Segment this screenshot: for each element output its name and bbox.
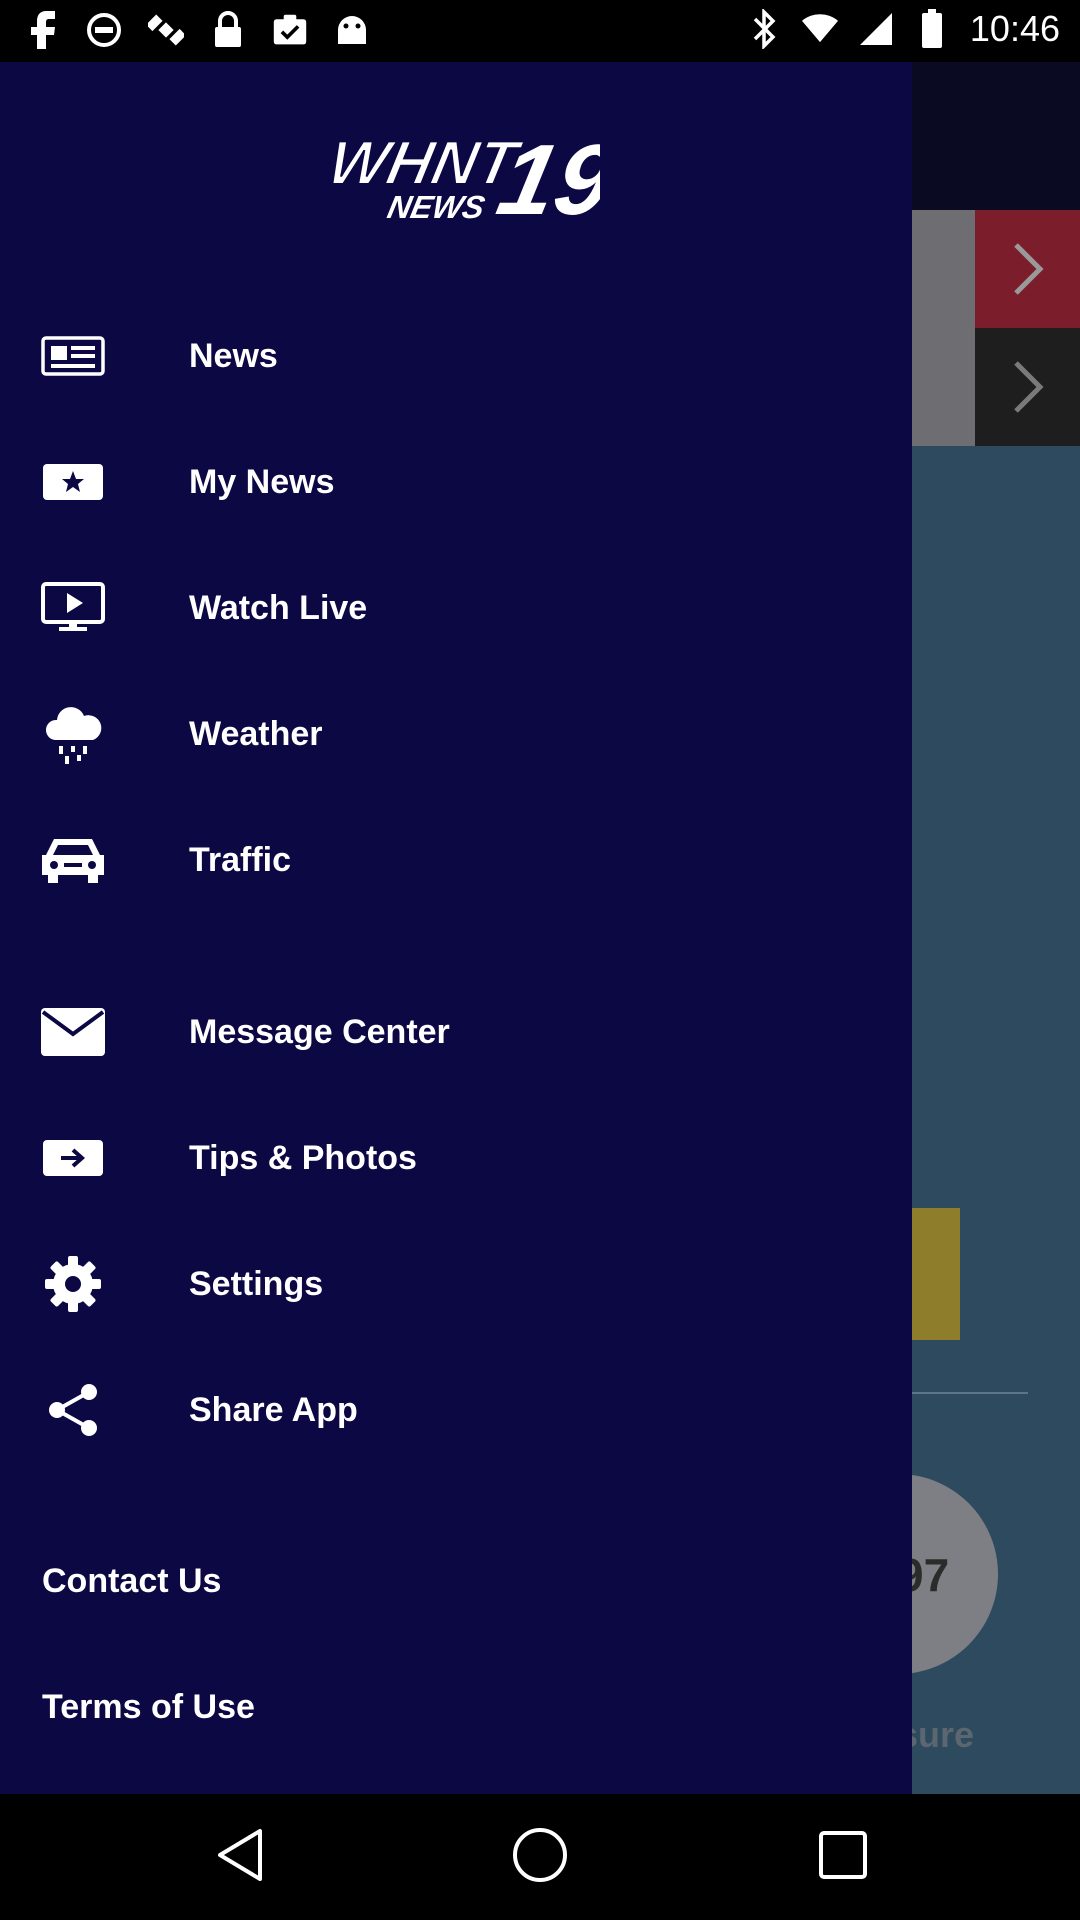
- menu-item-label: Settings: [189, 1264, 324, 1303]
- envelope-icon: [40, 999, 106, 1065]
- newspaper-icon: [40, 323, 106, 389]
- facebook-icon: [24, 10, 60, 50]
- menu-item-message-center[interactable]: Message Center: [0, 982, 912, 1082]
- recents-icon: [815, 1827, 871, 1888]
- menu-item-weather[interactable]: Weather: [0, 684, 912, 784]
- terms-of-use-link[interactable]: Terms of Use: [0, 1662, 912, 1752]
- car-icon: [40, 827, 106, 893]
- system-nav-bar: [0, 1794, 1080, 1920]
- contact-us-link[interactable]: Contact Us: [0, 1536, 912, 1626]
- chevron-right-icon: [1000, 210, 1055, 328]
- svg-text:WHNT: WHNT: [322, 129, 527, 198]
- menu-item-traffic[interactable]: Traffic: [0, 810, 912, 910]
- back-icon: [212, 1825, 268, 1890]
- android-icon: [334, 10, 370, 50]
- terms-of-use-label: Terms of Use: [42, 1687, 255, 1726]
- bluetooth-icon: [746, 9, 782, 49]
- contact-us-label: Contact Us: [42, 1561, 222, 1600]
- gear-icon: [40, 1251, 106, 1317]
- signal-icon: [858, 9, 894, 49]
- menu-item-label: Watch Live: [189, 588, 368, 627]
- home-button[interactable]: [500, 1817, 580, 1897]
- rain-cloud-icon: [40, 701, 106, 767]
- navigation-drawer: WHNT NEWS 19 News My News Watch Live Wea…: [0, 62, 912, 1794]
- menu-item-my-news[interactable]: My News: [0, 432, 912, 532]
- back-button[interactable]: [200, 1817, 280, 1897]
- menu-item-share-app[interactable]: Share App: [0, 1360, 912, 1460]
- menu-item-label: Traffic: [189, 840, 292, 879]
- svg-text:NEWS: NEWS: [384, 189, 488, 225]
- menu-item-watch-live[interactable]: Watch Live: [0, 558, 912, 658]
- battery-icon: [914, 9, 950, 49]
- home-icon: [510, 1825, 570, 1890]
- clipboard-check-icon: [272, 10, 308, 50]
- share-icon: [40, 1377, 106, 1443]
- menu-item-label: News: [189, 336, 278, 375]
- chevron-right-icon: [1000, 328, 1055, 446]
- status-bar: 10:46: [0, 0, 1080, 62]
- lock-icon: [210, 10, 246, 50]
- recents-button[interactable]: [803, 1817, 883, 1897]
- star-card-icon: [40, 449, 106, 515]
- share-card-icon: [40, 1125, 106, 1191]
- menu-item-label: Tips & Photos: [189, 1138, 417, 1177]
- menu-item-label: Message Center: [189, 1012, 450, 1051]
- satellite-icon: [148, 10, 184, 50]
- whnt-logo: WHNT NEWS 19: [310, 114, 624, 236]
- menu-item-label: Weather: [189, 714, 323, 753]
- menu-item-label: Share App: [189, 1390, 358, 1429]
- menu-item-label: My News: [189, 462, 335, 501]
- circle-blocked-icon: [86, 10, 122, 50]
- menu-item-news[interactable]: News: [0, 306, 912, 406]
- menu-item-settings[interactable]: Settings: [0, 1234, 912, 1334]
- tv-play-icon: [40, 575, 106, 641]
- clock: 10:46: [969, 8, 1060, 49]
- wifi-icon: [801, 9, 838, 49]
- menu-item-tips-photos[interactable]: Tips & Photos: [0, 1108, 912, 1208]
- screen: 10:46 97 sure WHNT NEWS 19 News My News …: [0, 0, 1080, 1920]
